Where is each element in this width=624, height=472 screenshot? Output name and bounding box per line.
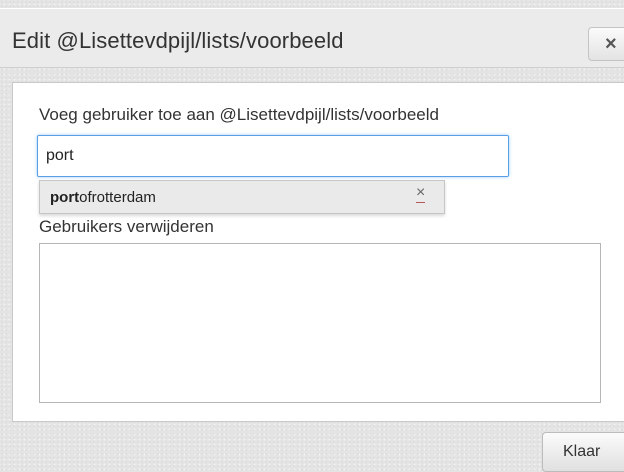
close-button[interactable]: × bbox=[588, 27, 624, 61]
remove-users-label: Gebruikers verwijderen bbox=[39, 217, 214, 236]
autocomplete-dropdown: portofrotterdam × bbox=[39, 180, 445, 214]
dialog-title: Edit @Lisettevdpijl/lists/voorbeeld bbox=[12, 28, 344, 53]
close-icon: × bbox=[605, 33, 617, 55]
add-user-label: Voeg gebruiker toe aan @Lisettevdpijl/li… bbox=[39, 105, 439, 124]
suggestion-item[interactable]: portofrotterdam × bbox=[40, 181, 444, 213]
dialog-titlebar: Edit @Lisettevdpijl/lists/voorbeeld × bbox=[0, 8, 624, 68]
suggestion-username: portofrotterdam bbox=[50, 189, 156, 206]
suggestion-rest: ofrotterdam bbox=[79, 189, 156, 206]
suggestion-match: port bbox=[50, 189, 80, 206]
dismiss-suggestion-icon[interactable]: × bbox=[416, 184, 426, 203]
done-button[interactable]: Klaar bbox=[542, 432, 624, 472]
remove-users-list[interactable] bbox=[39, 243, 601, 403]
dialog-body: Voeg gebruiker toe aan @Lisettevdpijl/li… bbox=[12, 82, 624, 422]
add-user-input[interactable] bbox=[37, 135, 509, 177]
edit-list-dialog: Edit @Lisettevdpijl/lists/voorbeeld × Vo… bbox=[0, 0, 624, 472]
